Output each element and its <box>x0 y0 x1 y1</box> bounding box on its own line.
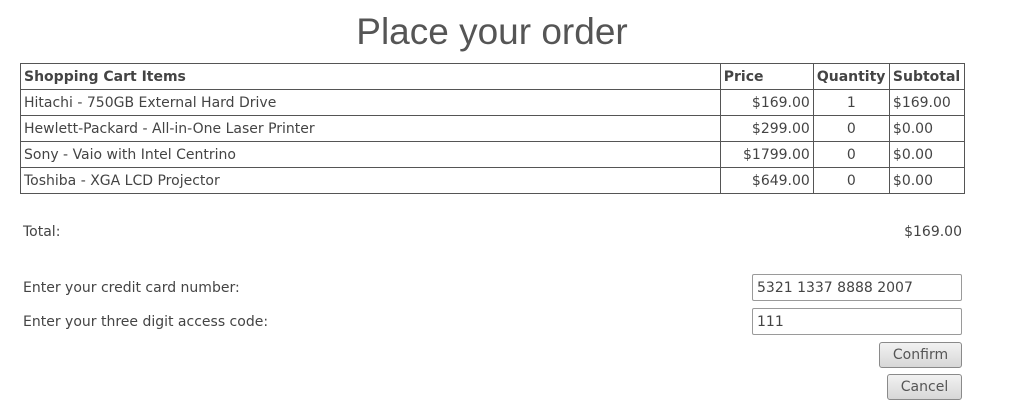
order-page: Place your order Shopping Cart Items Pri… <box>0 0 1012 420</box>
header-price: Price <box>719 63 814 90</box>
item-subtotal: $169.00 <box>888 89 966 116</box>
shopping-cart-table: Shopping Cart Items Price Quantity Subto… <box>20 63 966 194</box>
item-price: $169.00 <box>719 89 814 116</box>
confirm-button[interactable]: Confirm <box>879 342 962 368</box>
total-label: Total: <box>23 224 61 240</box>
header-subtotal: Subtotal <box>888 63 966 90</box>
item-quantity: 0 <box>812 141 890 168</box>
credit-card-input[interactable] <box>752 274 962 301</box>
header-item: Shopping Cart Items <box>20 63 721 90</box>
item-name: Hewlett-Packard - All-in-One Laser Print… <box>20 115 721 142</box>
access-code-label: Enter your three digit access code: <box>23 314 269 330</box>
table-row: Sony - Vaio with Intel Centrino $1799.00… <box>20 141 966 168</box>
header-quantity: Quantity <box>812 63 890 90</box>
item-subtotal: $0.00 <box>888 115 966 142</box>
item-quantity: 1 <box>812 89 890 116</box>
table-header-row: Shopping Cart Items Price Quantity Subto… <box>20 63 966 90</box>
table-row: Hewlett-Packard - All-in-One Laser Print… <box>20 115 966 142</box>
credit-card-label: Enter your credit card number: <box>23 280 240 296</box>
page-title: Place your order <box>356 11 628 52</box>
item-subtotal: $0.00 <box>888 141 966 168</box>
item-price: $299.00 <box>719 115 814 142</box>
item-name: Sony - Vaio with Intel Centrino <box>20 141 721 168</box>
table-row: Hitachi - 750GB External Hard Drive $169… <box>20 89 966 116</box>
total-value: $169.00 <box>904 224 962 240</box>
item-subtotal: $0.00 <box>888 167 966 194</box>
item-name: Hitachi - 750GB External Hard Drive <box>20 89 721 116</box>
item-price: $649.00 <box>719 167 814 194</box>
item-name: Toshiba - XGA LCD Projector <box>20 167 721 194</box>
item-quantity: 0 <box>812 167 890 194</box>
access-code-input[interactable] <box>752 308 962 335</box>
cancel-button[interactable]: Cancel <box>887 374 962 400</box>
item-quantity: 0 <box>812 115 890 142</box>
item-price: $1799.00 <box>719 141 814 168</box>
table-row: Toshiba - XGA LCD Projector $649.00 0 $0… <box>20 167 966 194</box>
